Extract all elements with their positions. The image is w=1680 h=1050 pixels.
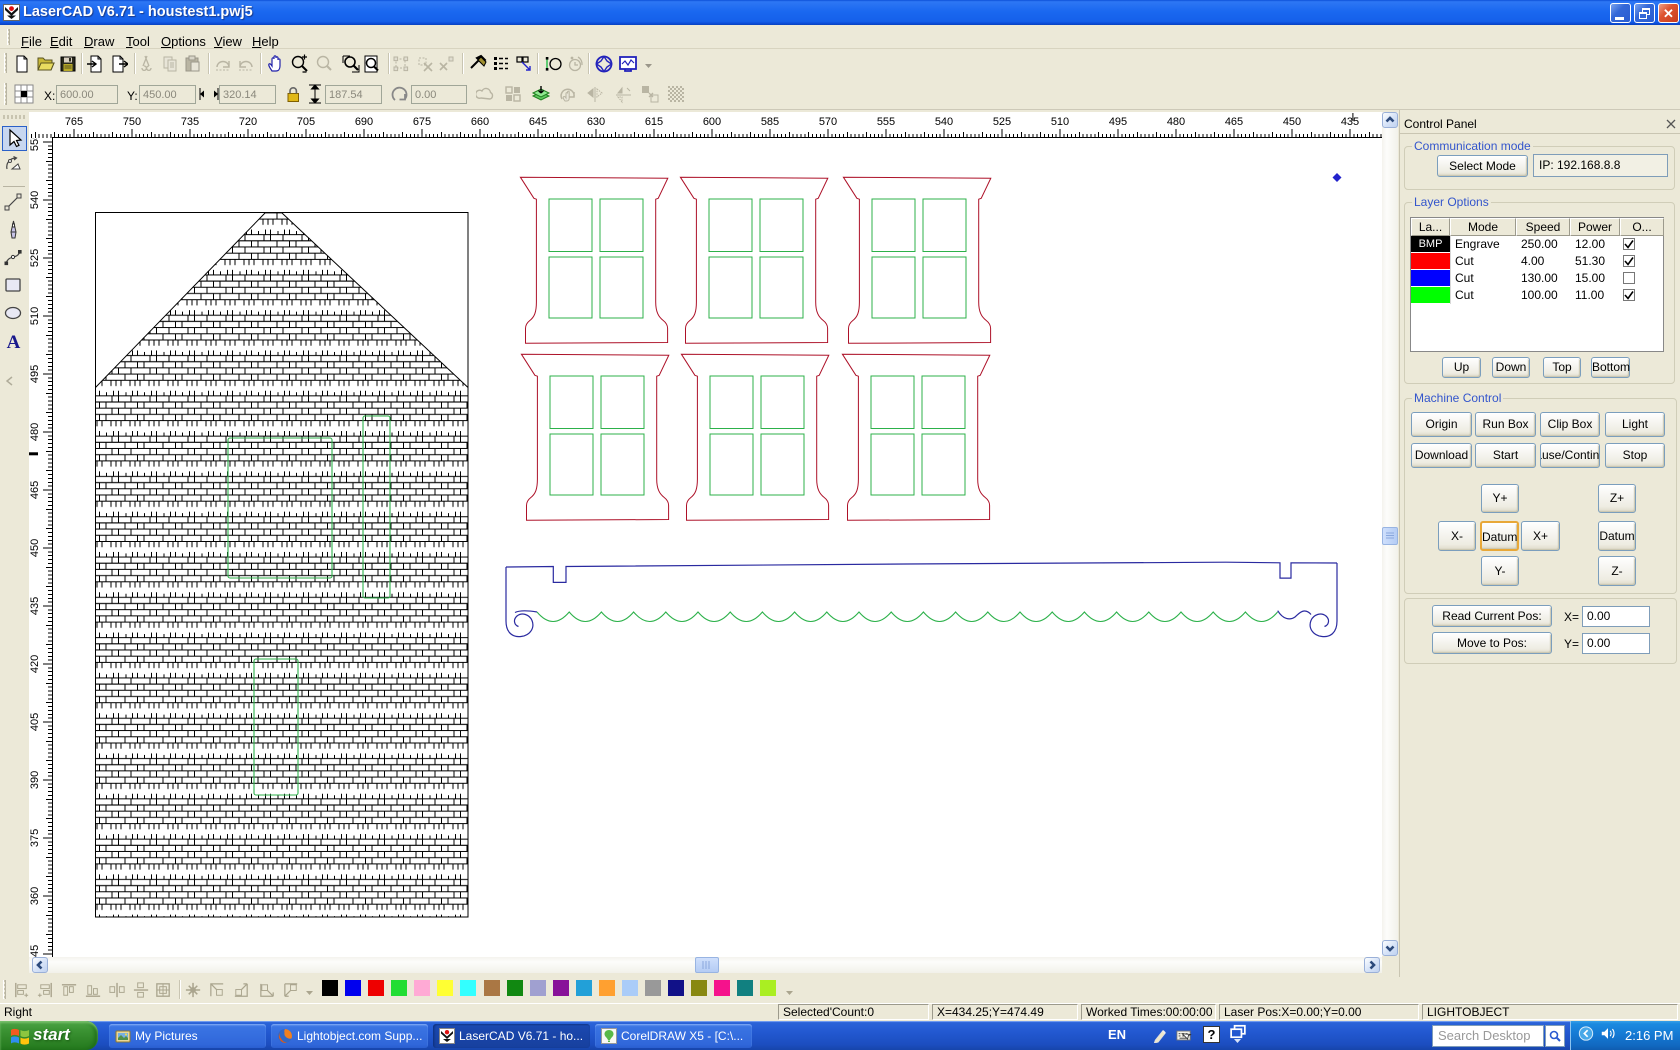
svg-text:345: 345 [29, 945, 41, 957]
svg-text:450: 450 [1283, 116, 1301, 128]
svg-text:390: 390 [29, 771, 41, 789]
svg-text:480: 480 [29, 423, 41, 441]
svg-text:495: 495 [1109, 116, 1127, 128]
svg-text:540: 540 [29, 191, 41, 209]
svg-text:A: A [7, 332, 21, 353]
svg-text:465: 465 [29, 481, 41, 499]
svg-text:525: 525 [29, 249, 41, 267]
svg-text:720: 720 [239, 116, 257, 128]
svg-text:750: 750 [123, 116, 141, 128]
svg-text:435: 435 [29, 597, 41, 615]
svg-text:465: 465 [1225, 116, 1243, 128]
svg-text:570: 570 [819, 116, 837, 128]
svg-text:495: 495 [29, 365, 41, 383]
svg-text:600: 600 [703, 116, 721, 128]
svg-text:450: 450 [29, 539, 41, 557]
svg-text:555: 555 [29, 138, 41, 151]
svg-text:615: 615 [645, 116, 663, 128]
svg-text:435: 435 [1341, 116, 1359, 128]
svg-text:675: 675 [413, 116, 431, 128]
svg-text:705: 705 [297, 116, 315, 128]
svg-text:765: 765 [65, 116, 83, 128]
svg-text:375: 375 [29, 829, 41, 847]
svg-text:480: 480 [1167, 116, 1185, 128]
svg-text:585: 585 [761, 116, 779, 128]
svg-text:540: 540 [935, 116, 953, 128]
svg-text:555: 555 [877, 116, 895, 128]
svg-text:510: 510 [1051, 116, 1069, 128]
svg-text:360: 360 [29, 887, 41, 905]
svg-text:690: 690 [355, 116, 373, 128]
svg-text:525: 525 [993, 116, 1011, 128]
svg-text:405: 405 [29, 713, 41, 731]
svg-text:660: 660 [471, 116, 489, 128]
svg-text:630: 630 [587, 116, 605, 128]
svg-text:510: 510 [29, 307, 41, 325]
svg-text:735: 735 [181, 116, 199, 128]
svg-text:645: 645 [529, 116, 547, 128]
svg-text:420: 420 [29, 655, 41, 673]
